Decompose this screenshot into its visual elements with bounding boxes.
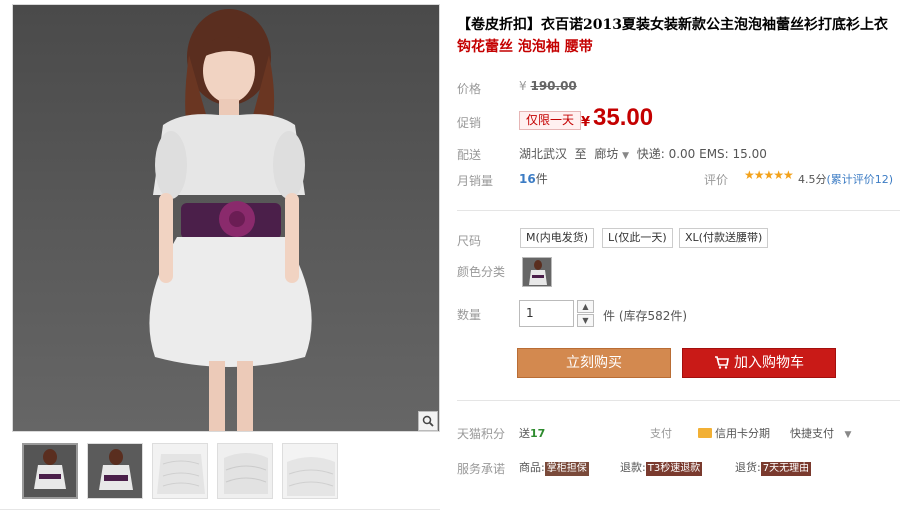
quick-pay-label: 快捷支付 [790, 427, 834, 440]
rating-score: 4.5分(累计评价12) [798, 171, 893, 187]
thumbnail-2[interactable] [87, 443, 143, 499]
add-to-cart-button[interactable]: 加入购物车 [682, 348, 836, 378]
service-item-goods[interactable]: 商品: 掌柜担保 [519, 459, 589, 476]
service-item-goods-prefix: 商品: [519, 461, 545, 474]
rating-score-value: 4.5分 [798, 173, 827, 186]
main-product-photo[interactable] [12, 4, 440, 432]
size-label: 尺码 [457, 234, 482, 248]
promo-badge: 仅限一天 [519, 111, 582, 130]
thumbnail-5[interactable] [282, 443, 338, 499]
shipping-info: 湖北武汉 至 廊坊 ▼ 快递: 0.00 EMS: 15.00 [519, 145, 767, 162]
monthly-sales-count: 16 [519, 172, 536, 186]
thumbnail-3[interactable] [152, 443, 208, 499]
zoom-icon[interactable] [418, 411, 438, 431]
color-option-thumbnail[interactable] [522, 257, 552, 287]
quick-pay-select[interactable]: 快捷支付 ▼ [790, 425, 851, 441]
ship-from: 湖北武汉 [519, 147, 568, 161]
service-badge-return: 7天无理由 [760, 462, 812, 476]
chevron-down-icon: ▼ [622, 151, 630, 161]
size-option-l[interactable]: L(仅此一天) [602, 228, 673, 248]
star-rating-icon: ★★★★★ [744, 168, 794, 182]
credit-card-icon [698, 428, 712, 438]
quantity-input[interactable]: 1 [519, 300, 574, 327]
service-item-return[interactable]: 退货: 7天无理由 [735, 459, 812, 476]
section-divider-2 [457, 400, 900, 401]
stock-info: 件 (库存582件) [603, 309, 688, 323]
credit-installment-label: 信用卡分期 [715, 427, 770, 440]
title-prefix: 【卷皮折扣】 [457, 17, 541, 33]
cart-icon [714, 351, 729, 379]
thumbnail-4[interactable] [217, 443, 273, 499]
chevron-down-icon: ▼ [844, 430, 852, 440]
current-currency-symbol: ¥ [581, 115, 591, 130]
original-price: ¥ 190.00 [519, 79, 577, 93]
monthly-sales-unit: 件 [535, 172, 548, 186]
service-badge-refund: T3秒速退款 [645, 462, 703, 476]
quantity-label: 数量 [457, 308, 482, 322]
promo-label: 促销 [457, 116, 482, 130]
thumbnail-1[interactable] [22, 443, 78, 499]
rating-label: 评价 [704, 173, 729, 187]
title-main: 衣百诺2013夏装女装新款公主泡泡袖蕾丝衫打底衫上衣 [541, 17, 888, 33]
price-label: 价格 [457, 82, 482, 96]
credit-installment[interactable]: 信用卡分期 [698, 425, 770, 441]
current-price: 35.00 [593, 104, 654, 131]
size-option-m[interactable]: M(内电发货) [520, 228, 595, 248]
thumbnail-strip [22, 443, 338, 499]
monthly-sales-label: 月销量 [457, 174, 494, 188]
quantity-increase-icon[interactable]: ▲ [577, 300, 594, 313]
monthly-sales: 16件 [519, 170, 548, 187]
color-label: 颜色分类 [457, 265, 506, 279]
ship-to-word: 至 [574, 147, 587, 161]
service-promise-label: 服务承诺 [457, 462, 506, 476]
destination-select[interactable]: 廊坊 ▼ [594, 145, 629, 162]
product-title: 【卷皮折扣】衣百诺2013夏装女装新款公主泡泡袖蕾丝衫打底衫上衣 钩花蕾丝 泡泡… [457, 14, 897, 58]
buy-now-button[interactable]: 立刻购买 [517, 348, 671, 378]
service-item-return-prefix: 退货: [735, 461, 761, 474]
points-value: 17 [530, 427, 546, 440]
tmall-points-label: 天猫积分 [457, 427, 506, 441]
tmall-points: 送17 [519, 425, 545, 441]
quantity-decrease-icon[interactable]: ▼ [577, 314, 594, 327]
service-badge-goods: 掌柜担保 [544, 462, 589, 476]
product-info-panel: 【卷皮折扣】衣百诺2013夏装女装新款公主泡泡袖蕾丝衫打底衫上衣 钩花蕾丝 泡泡… [457, 0, 900, 514]
service-item-refund-prefix: 退款: [620, 461, 646, 474]
size-option-xl[interactable]: XL(付款送腰带) [679, 228, 769, 248]
title-highlight: 钩花蕾丝 泡泡袖 腰带 [457, 39, 593, 55]
gallery-divider [0, 509, 440, 510]
shipping-fees: 快递: 0.00 EMS: 15.00 [636, 147, 767, 161]
original-price-value: 190.00 [530, 79, 577, 93]
destination-value: 廊坊 [594, 147, 619, 161]
currency-symbol: ¥ [519, 79, 527, 93]
review-count-link[interactable]: (累计评价12) [827, 173, 894, 186]
shipping-label: 配送 [457, 148, 482, 162]
service-item-refund[interactable]: 退款: T3秒速退款 [620, 459, 703, 476]
add-to-cart-label: 加入购物车 [734, 355, 804, 371]
section-divider [457, 210, 900, 211]
pay-label: 支付 [650, 427, 672, 440]
points-prefix: 送 [519, 427, 530, 440]
